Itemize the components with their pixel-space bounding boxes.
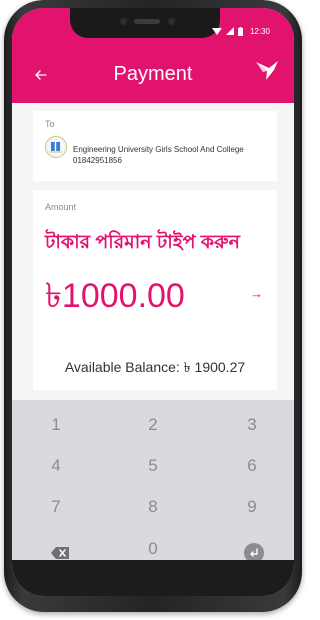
arrow-right-icon[interactable]: → bbox=[250, 286, 263, 301]
phone-notch bbox=[70, 8, 220, 38]
book-icon bbox=[49, 141, 62, 153]
battery-icon bbox=[237, 26, 243, 36]
speaker-icon bbox=[134, 19, 160, 24]
key-2[interactable]: 2 bbox=[123, 410, 183, 440]
key-9[interactable]: 9 bbox=[222, 492, 282, 522]
amount-input[interactable]: ৳1000.00 bbox=[45, 270, 185, 327]
phone-frame: 12:30 Payment To Engineering University … bbox=[4, 0, 302, 612]
amount-label: Amount bbox=[45, 202, 77, 212]
page-title: Payment bbox=[113, 63, 193, 85]
amount-card: Amount টাকার পরিমান টাইপ করুন ৳1000.00 →… bbox=[33, 190, 277, 390]
key-3[interactable]: 3 bbox=[222, 410, 282, 440]
phone-bezel: 12:30 Payment To Engineering University … bbox=[12, 8, 294, 596]
key-1[interactable]: 1 bbox=[26, 410, 86, 440]
camera-icon bbox=[168, 18, 175, 25]
key-8[interactable]: 8 bbox=[123, 492, 183, 522]
school-logo-icon bbox=[45, 136, 67, 158]
key-7[interactable]: 7 bbox=[26, 492, 86, 522]
amount-instruction: টাকার পরিমান টাইপ করুন bbox=[45, 232, 240, 253]
key-6[interactable]: 6 bbox=[222, 451, 282, 481]
app-header: 12:30 Payment bbox=[12, 8, 294, 103]
sensor-icon bbox=[120, 18, 127, 25]
signal-icon bbox=[225, 27, 234, 35]
key-5[interactable]: 5 bbox=[123, 451, 183, 481]
numeric-keypad: 1 2 3 4 5 6 7 8 9 0 bbox=[12, 400, 294, 563]
bottom-navigation-area bbox=[12, 560, 294, 596]
recipient-card: To Engineering University Girls School A… bbox=[33, 111, 277, 181]
recipient-number: 01842951856 bbox=[73, 156, 122, 165]
page: 12:30 Payment To Engineering University … bbox=[0, 0, 306, 620]
wifi-icon bbox=[211, 28, 222, 35]
app-screen: 12:30 Payment To Engineering University … bbox=[12, 8, 294, 596]
to-label: To bbox=[45, 119, 55, 129]
available-balance: Available Balance: ৳ 1900.27 bbox=[64, 359, 246, 375]
bird-logo-icon bbox=[256, 61, 278, 80]
status-bar: 12:30 bbox=[211, 25, 270, 37]
key-4[interactable]: 4 bbox=[26, 451, 86, 481]
status-time: 12:30 bbox=[249, 26, 270, 36]
recipient-name: Engineering University Girls School And … bbox=[73, 145, 244, 154]
backspace-icon[interactable] bbox=[50, 546, 70, 560]
